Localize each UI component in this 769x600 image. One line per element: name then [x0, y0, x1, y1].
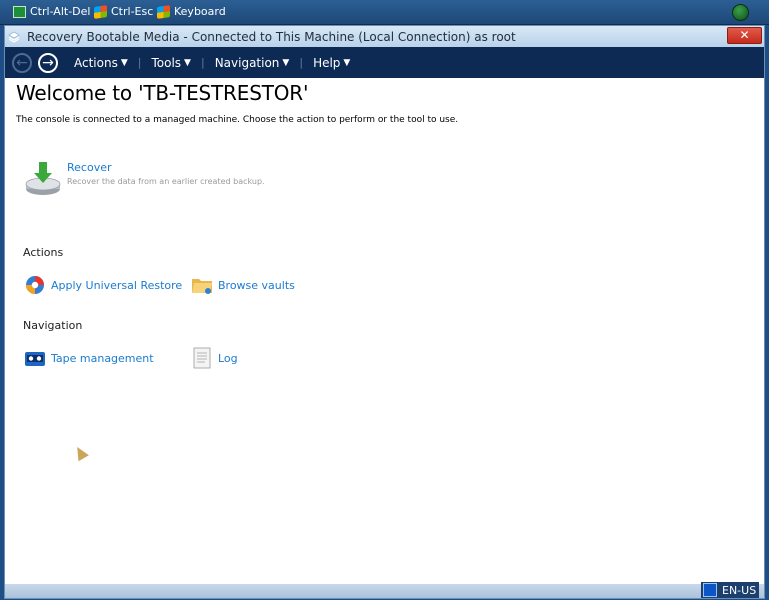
- status-bar: [5, 584, 764, 598]
- apply-universal-restore-label: Apply Universal Restore: [51, 278, 183, 292]
- actions-heading: Actions: [23, 246, 64, 259]
- remote-console-toolbar: Ctrl-Alt-Del Ctrl-Esc Keyboard: [0, 0, 769, 25]
- app-window: Recovery Bootable Media - Connected to T…: [4, 25, 765, 599]
- main-content: Welcome to 'TB-TESTRESTOR' The console i…: [5, 78, 764, 584]
- menu-help-label: Help: [313, 55, 341, 70]
- language-label: EN-US: [722, 583, 757, 597]
- page-title: Welcome to 'TB-TESTRESTOR': [16, 81, 309, 105]
- menu-actions[interactable]: Actions ▼: [74, 56, 128, 70]
- folder-icon: [192, 279, 212, 294]
- keyboard-label: Keyboard: [174, 5, 226, 18]
- browse-vaults-link[interactable]: Browse vaults: [191, 274, 295, 296]
- forward-button[interactable]: →: [38, 52, 58, 73]
- recover-icon: [25, 162, 61, 195]
- menu-tools-label: Tools: [151, 55, 182, 70]
- ctrl-alt-del-button[interactable]: Ctrl-Alt-Del: [13, 4, 90, 20]
- browse-vaults-label: Browse vaults: [218, 278, 295, 292]
- tape-management-label: Tape management: [51, 351, 154, 365]
- title-bar: Recovery Bootable Media - Connected to T…: [5, 26, 764, 47]
- ctrl-alt-del-icon: [13, 6, 26, 18]
- chevron-down-icon: ▼: [184, 57, 191, 68]
- language-indicator[interactable]: EN-US: [701, 582, 760, 598]
- arrow-left-icon: ←: [16, 54, 28, 71]
- menu-separator: |: [299, 56, 304, 69]
- menu-navigation[interactable]: Navigation ▼: [215, 56, 290, 70]
- page-description: The console is connected to a managed ma…: [16, 115, 459, 125]
- chevron-down-icon: ▼: [282, 57, 290, 68]
- connection-status-icon: [732, 4, 749, 21]
- log-label: Log: [218, 351, 238, 365]
- log-icon: [193, 347, 211, 369]
- log-link[interactable]: Log: [191, 347, 238, 369]
- back-button[interactable]: ←: [12, 52, 32, 73]
- universal-restore-icon: [26, 276, 44, 294]
- menu-actions-label: Actions: [74, 55, 118, 70]
- tape-management-link[interactable]: Tape management: [24, 347, 154, 369]
- keyboard-button[interactable]: Keyboard: [157, 4, 226, 20]
- chevron-down-icon: ▼: [343, 57, 351, 68]
- menu-help[interactable]: Help ▼: [313, 56, 350, 70]
- chevron-down-icon: ▼: [120, 57, 128, 68]
- app-stack-icon: [8, 31, 20, 43]
- tape-icon: [25, 352, 45, 366]
- windows-icon: [94, 5, 107, 19]
- window-title: Recovery Bootable Media - Connected to T…: [27, 29, 516, 44]
- close-button[interactable]: ✕: [727, 27, 762, 44]
- menu-tools[interactable]: Tools ▼: [151, 56, 190, 70]
- recover-description: Recover the data from an earlier created…: [67, 177, 265, 186]
- menu-separator: |: [137, 56, 142, 69]
- ctrl-esc-label: Ctrl-Esc: [111, 5, 154, 18]
- ctrl-alt-del-label: Ctrl-Alt-Del: [30, 5, 91, 18]
- menu-navigation-label: Navigation: [214, 55, 280, 70]
- ctrl-esc-button[interactable]: Ctrl-Esc: [94, 4, 153, 20]
- arrow-right-icon: →: [42, 54, 54, 71]
- navigation-heading: Navigation: [23, 319, 83, 332]
- windows-icon: [157, 5, 170, 19]
- menu-separator: |: [200, 56, 205, 69]
- apply-universal-restore-link[interactable]: Apply Universal Restore: [24, 274, 182, 296]
- recover-link[interactable]: Recover: [67, 161, 265, 174]
- menu-bar: ← → Actions ▼ | Tools ▼ | Navigation ▼ |…: [5, 47, 764, 78]
- recover-action[interactable]: Recover Recover the data from an earlier…: [24, 160, 265, 198]
- language-icon: [703, 583, 717, 597]
